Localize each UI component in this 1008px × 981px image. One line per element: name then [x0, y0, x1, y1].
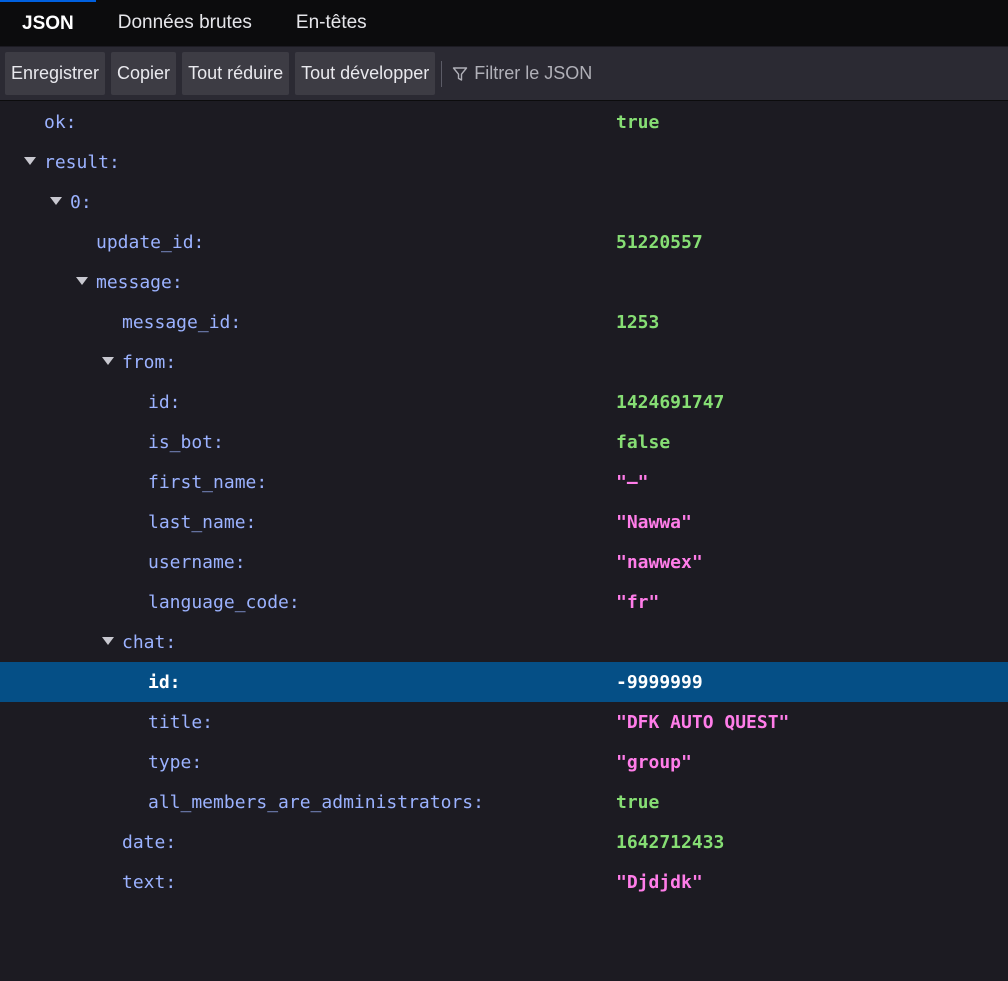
- json-key-text: language_code:: [148, 591, 300, 613]
- json-key: first_name:: [148, 472, 267, 493]
- json-row[interactable]: 0:: [0, 182, 1008, 222]
- json-row[interactable]: result:: [0, 142, 1008, 182]
- json-key-text: from:: [122, 351, 177, 373]
- json-row[interactable]: message:: [0, 262, 1008, 302]
- json-key: date:: [122, 832, 176, 853]
- json-key-text: first_name:: [148, 471, 268, 493]
- json-key: 0:: [50, 192, 92, 213]
- json-value: false: [616, 431, 671, 453]
- json-value: "fr": [616, 591, 660, 613]
- tab-headers[interactable]: En-têtes: [274, 0, 389, 46]
- json-value: "Djdjdk": [616, 871, 703, 893]
- filter-box[interactable]: [452, 63, 835, 84]
- json-key: text:: [122, 872, 176, 893]
- json-key: update_id:: [96, 232, 204, 253]
- json-value: 1424691747: [616, 391, 725, 413]
- json-key: all_members_are_administrators:: [148, 792, 484, 813]
- json-value: true: [616, 791, 660, 813]
- json-key: is_bot:: [148, 432, 224, 453]
- json-value: "DFK AUTO QUEST": [616, 711, 790, 733]
- json-tree: ok: true result: 0: update_id: 51220557 messag…: [0, 102, 1008, 902]
- json-row[interactable]: text: "Djdjdk": [0, 862, 1008, 902]
- expand-arrow-icon[interactable]: [24, 156, 36, 165]
- json-key: from:: [102, 352, 176, 373]
- json-value: "Nawwa": [616, 511, 692, 533]
- json-key-text: result:: [44, 151, 120, 173]
- json-value: 51220557: [616, 231, 703, 253]
- json-row[interactable]: username: "nawwex": [0, 542, 1008, 582]
- json-key-text: update_id:: [96, 231, 205, 253]
- json-value: "–": [616, 471, 649, 493]
- json-row[interactable]: first_name: "–": [0, 462, 1008, 502]
- json-key-text: id:: [148, 391, 181, 413]
- json-key: last_name:: [148, 512, 256, 533]
- json-row[interactable]: from:: [0, 342, 1008, 382]
- json-key: message:: [76, 272, 183, 293]
- json-key-text: is_bot:: [148, 431, 224, 453]
- json-toolbar: Enregistrer Copier Tout réduire Tout dév…: [0, 47, 1008, 101]
- json-key-text: username:: [148, 551, 246, 573]
- expand-arrow-icon[interactable]: [102, 356, 114, 365]
- json-row[interactable]: is_bot: false: [0, 422, 1008, 462]
- json-key: language_code:: [148, 592, 300, 613]
- json-value: "nawwex": [616, 551, 703, 573]
- json-key-text: message_id:: [122, 311, 242, 333]
- json-key-text: id:: [148, 671, 181, 693]
- json-key: title:: [148, 712, 213, 733]
- json-row[interactable]: ok: true: [0, 102, 1008, 142]
- json-row[interactable]: update_id: 51220557: [0, 222, 1008, 262]
- filter-json-input[interactable]: [474, 63, 835, 84]
- viewer-tab-bar: JSON Données brutes En-têtes: [0, 0, 1008, 46]
- expand-arrow-icon[interactable]: [102, 636, 114, 645]
- json-key: result:: [24, 152, 120, 173]
- json-value: 1253: [616, 311, 660, 333]
- json-row[interactable]: chat:: [0, 622, 1008, 662]
- json-row[interactable]: id: -9999999: [0, 662, 1008, 702]
- json-value: -9999999: [616, 671, 703, 693]
- json-row[interactable]: id: 1424691747: [0, 382, 1008, 422]
- json-row[interactable]: title: "DFK AUTO QUEST": [0, 702, 1008, 742]
- json-key-text: text:: [122, 871, 177, 893]
- json-key: chat:: [102, 632, 176, 653]
- tab-json[interactable]: JSON: [0, 0, 96, 46]
- toolbar-separator: [441, 60, 443, 87]
- json-row[interactable]: message_id: 1253: [0, 302, 1008, 342]
- json-key: type:: [148, 752, 202, 773]
- tab-raw-data[interactable]: Données brutes: [96, 0, 274, 46]
- json-key: id:: [148, 672, 181, 693]
- json-key-text: last_name:: [148, 511, 257, 533]
- json-key-text: title:: [148, 711, 214, 733]
- json-key-text: type:: [148, 751, 203, 773]
- expand-arrow-icon[interactable]: [50, 196, 62, 205]
- json-key-text: ok:: [44, 111, 77, 133]
- json-row[interactable]: all_members_are_administrators: true: [0, 782, 1008, 822]
- json-key-text: all_members_are_administrators:: [148, 791, 484, 813]
- copy-button[interactable]: Copier: [111, 52, 177, 95]
- collapse-all-button[interactable]: Tout réduire: [182, 52, 290, 95]
- json-key-text: date:: [122, 831, 177, 853]
- json-key-text: message:: [96, 271, 183, 293]
- json-value: true: [616, 111, 660, 133]
- json-value: "group": [616, 751, 692, 773]
- json-row[interactable]: date: 1642712433: [0, 822, 1008, 862]
- json-row[interactable]: language_code: "fr": [0, 582, 1008, 622]
- json-key-text: chat:: [122, 631, 177, 653]
- json-value: 1642712433: [616, 831, 725, 853]
- json-row[interactable]: type: "group": [0, 742, 1008, 782]
- json-row[interactable]: last_name: "Nawwa": [0, 502, 1008, 542]
- json-key: ok:: [44, 112, 77, 133]
- expand-arrow-icon[interactable]: [76, 276, 88, 285]
- filter-icon: [453, 66, 468, 81]
- json-key: username:: [148, 552, 246, 573]
- json-key: message_id:: [122, 312, 241, 333]
- save-button[interactable]: Enregistrer: [5, 52, 106, 95]
- json-key-text: 0:: [70, 191, 92, 213]
- json-key: id:: [148, 392, 181, 413]
- expand-all-button[interactable]: Tout développer: [295, 52, 436, 95]
